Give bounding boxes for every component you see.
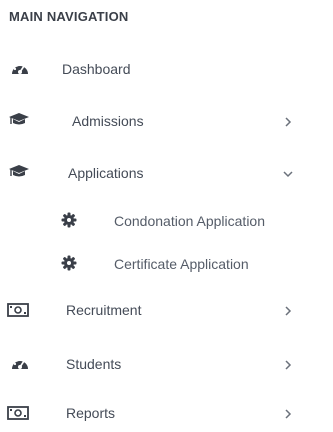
chevron-right-icon (281, 304, 295, 318)
graduation-cap-icon (8, 163, 30, 181)
money-bill-icon (7, 301, 29, 319)
chevron-right-icon (281, 358, 295, 372)
nav-item-reports[interactable]: Reports (0, 399, 333, 427)
chevron-right-icon (281, 115, 295, 129)
nav-item-dashboard[interactable]: Dashboard (0, 55, 333, 83)
nav-item-label: Dashboard (62, 61, 131, 77)
sidebar-navigation: MAIN NAVIGATION Dashboard Admissions App… (0, 0, 333, 432)
nav-subitem-condonation-application[interactable]: Condonation Application (0, 207, 333, 235)
nav-heading: MAIN NAVIGATION (9, 9, 129, 24)
nav-subitem-certificate-application[interactable]: Certificate Application (0, 250, 333, 278)
gear-icon (58, 211, 80, 229)
nav-item-label: Admissions (72, 113, 144, 129)
nav-item-students[interactable]: Students (0, 350, 333, 378)
chevron-down-icon (281, 167, 295, 181)
nav-item-label: Applications (68, 165, 144, 181)
nav-item-admissions[interactable]: Admissions (0, 107, 333, 135)
chevron-right-icon (281, 407, 295, 421)
nav-item-label: Condonation Application (114, 213, 266, 229)
nav-item-label: Students (66, 356, 122, 372)
nav-item-label: Recruitment (66, 302, 142, 318)
gear-icon (58, 254, 80, 272)
dashboard-gauge-icon (9, 59, 31, 77)
nav-item-label: Reports (66, 405, 116, 421)
money-bill-icon (7, 404, 29, 422)
nav-item-recruitment[interactable]: Recruitment (0, 296, 333, 324)
nav-item-label: Certificate Application (114, 256, 249, 272)
graduation-cap-icon (8, 111, 30, 129)
nav-item-applications[interactable]: Applications (0, 159, 333, 187)
dashboard-gauge-icon (9, 354, 31, 372)
